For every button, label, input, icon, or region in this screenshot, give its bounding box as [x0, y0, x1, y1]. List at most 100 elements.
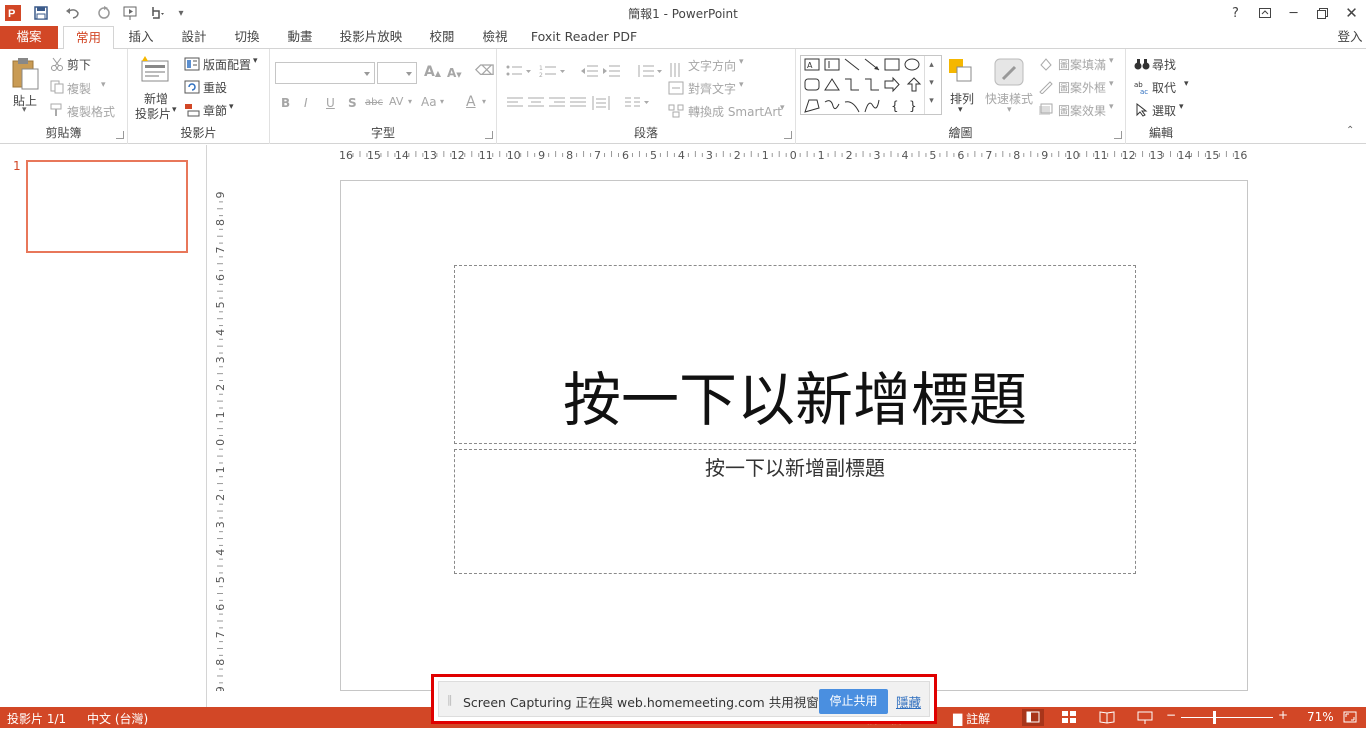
underline-button[interactable]: U [326, 96, 335, 110]
font-launcher-icon[interactable] [485, 131, 493, 139]
fit-slide-icon[interactable] [1342, 709, 1358, 728]
numbering-icon[interactable]: 12 [539, 64, 567, 81]
change-case-dropdown-icon[interactable]: ▾ [440, 97, 444, 106]
tab-animations[interactable]: 動畫 [279, 26, 321, 49]
paste-dropdown-icon[interactable]: ▾ [22, 105, 27, 115]
new-slide-icon[interactable] [140, 55, 172, 88]
increase-indent-icon[interactable] [603, 64, 621, 81]
strikethrough-button[interactable]: abc [365, 97, 383, 108]
font-name-combo[interactable] [275, 62, 375, 84]
comments-button[interactable]: ▇ 註解 [953, 710, 990, 727]
line-spacing-icon[interactable] [636, 64, 664, 81]
slide-sorter-icon[interactable] [1061, 709, 1077, 728]
tab-review[interactable]: 校閱 [421, 26, 463, 49]
minimize-icon[interactable]: ─ [1279, 0, 1308, 26]
layout-button[interactable]: 版面配置 [203, 56, 251, 73]
bullets-icon[interactable] [506, 64, 532, 81]
convert-smartart-button[interactable]: 轉換成 SmartArt [688, 103, 782, 120]
copy-button[interactable]: 複製 [67, 80, 91, 97]
slide-count[interactable]: 投影片 1/1 [7, 710, 66, 727]
replace-dropdown-icon[interactable]: ▾ [1184, 79, 1189, 89]
shape-fill-dropdown-icon[interactable]: ▾ [1109, 56, 1114, 66]
restore-icon[interactable] [1308, 0, 1337, 26]
align-left-icon[interactable] [507, 97, 523, 112]
slideshow-view-icon[interactable] [1137, 709, 1153, 728]
drag-handle-icon[interactable]: ‖ [447, 693, 453, 706]
paragraph-launcher-icon[interactable] [784, 131, 792, 139]
shape-effects-button[interactable]: 圖案效果 [1058, 102, 1106, 119]
close-icon[interactable]: ✕ [1337, 0, 1366, 26]
character-spacing-button[interactable]: AV [389, 95, 403, 108]
reading-view-icon[interactable] [1099, 709, 1115, 728]
help-button[interactable]: ? [1221, 0, 1250, 26]
hide-link[interactable]: 隱藏 [896, 692, 921, 711]
text-direction-button[interactable]: 文字方向 [688, 57, 736, 74]
quick-styles-dropdown-icon[interactable]: ▾ [1007, 105, 1012, 115]
select-button[interactable]: 選取 [1152, 102, 1176, 119]
arrange-dropdown-icon[interactable]: ▾ [958, 105, 963, 115]
find-button[interactable]: 尋找 [1152, 56, 1176, 73]
tab-insert[interactable]: 插入 [120, 26, 162, 49]
font-color-button[interactable]: A [466, 94, 476, 110]
ribbon-display-options-icon[interactable] [1250, 0, 1279, 26]
clear-formatting-icon[interactable]: ⌫ [475, 63, 495, 79]
font-color-dropdown-icon[interactable]: ▾ [482, 97, 486, 106]
normal-view-icon[interactable] [1022, 709, 1044, 726]
new-slide-label-2[interactable]: 投影片 [135, 105, 171, 122]
paste-icon[interactable] [10, 57, 40, 94]
arrange-icon[interactable] [947, 57, 975, 88]
tab-design[interactable]: 設計 [173, 26, 215, 49]
italic-button[interactable]: I [304, 96, 308, 110]
section-dropdown-icon[interactable]: ▾ [229, 102, 234, 112]
zoom-slider-thumb[interactable] [1213, 711, 1216, 724]
sign-in-link[interactable]: 登入 [1335, 26, 1365, 49]
select-dropdown-icon[interactable]: ▾ [1179, 102, 1184, 112]
new-slide-dropdown-icon[interactable]: ▾ [172, 105, 177, 115]
shape-effects-dropdown-icon[interactable]: ▾ [1109, 102, 1114, 112]
shape-fill-button[interactable]: 圖案填滿 [1058, 56, 1106, 73]
shrink-font-icon[interactable]: A▼ [447, 66, 462, 80]
collapse-ribbon-icon[interactable]: ⌃ [1346, 125, 1354, 136]
section-button[interactable]: 章節 [203, 102, 227, 119]
align-center-icon[interactable] [528, 97, 544, 112]
bold-button[interactable]: B [281, 96, 290, 110]
title-placeholder[interactable]: 按一下以新增標題 [454, 265, 1136, 444]
clipboard-launcher-icon[interactable] [116, 131, 124, 139]
text-direction-dropdown-icon[interactable]: ▾ [739, 57, 744, 67]
columns-icon[interactable] [625, 97, 651, 112]
reset-button[interactable]: 重設 [203, 79, 227, 96]
zoom-in-icon[interactable]: + [1278, 708, 1288, 722]
smartart-dropdown-icon[interactable]: ▾ [780, 103, 785, 113]
tab-foxit-reader-pdf[interactable]: Foxit Reader PDF [528, 26, 640, 49]
grow-font-icon[interactable]: A▲ [424, 64, 441, 80]
copy-dropdown-icon[interactable]: ▾ [101, 80, 106, 90]
tab-view[interactable]: 檢視 [474, 26, 516, 49]
align-text-button[interactable]: 對齊文字 [688, 80, 736, 97]
shape-outline-button[interactable]: 圖案外框 [1058, 79, 1106, 96]
cut-button[interactable]: 剪下 [67, 56, 91, 73]
decrease-indent-icon[interactable] [581, 64, 599, 81]
zoom-out-icon[interactable]: − [1166, 708, 1176, 722]
format-painter-button[interactable]: 複製格式 [67, 103, 115, 120]
tab-home[interactable]: 常用 [63, 26, 114, 50]
distributed-icon[interactable] [592, 95, 610, 114]
zoom-slider[interactable] [1181, 717, 1273, 718]
align-right-icon[interactable] [549, 97, 565, 112]
font-size-combo[interactable] [377, 62, 417, 84]
shapes-scroll-icon[interactable]: ▴ ▾ ▾ [924, 56, 938, 114]
drawing-launcher-icon[interactable] [1114, 131, 1122, 139]
language-indicator[interactable]: 中文 (台灣) [87, 710, 148, 727]
shadow-button[interactable]: S [348, 96, 357, 110]
stop-sharing-button[interactable]: 停止共用 [819, 689, 888, 714]
quick-styles-icon[interactable] [993, 57, 1025, 90]
align-text-dropdown-icon[interactable]: ▾ [739, 80, 744, 90]
shape-outline-dropdown-icon[interactable]: ▾ [1109, 79, 1114, 89]
tab-slideshow[interactable]: 投影片放映 [331, 26, 411, 49]
justify-icon[interactable] [570, 97, 586, 112]
character-spacing-dropdown-icon[interactable]: ▾ [408, 97, 412, 106]
subtitle-placeholder[interactable]: 按一下以新增副標題 [454, 449, 1136, 574]
layout-dropdown-icon[interactable]: ▾ [253, 56, 258, 66]
zoom-level[interactable]: 71% [1307, 710, 1334, 724]
shapes-gallery[interactable]: A { } [800, 55, 942, 115]
replace-button[interactable]: 取代 [1152, 79, 1176, 96]
